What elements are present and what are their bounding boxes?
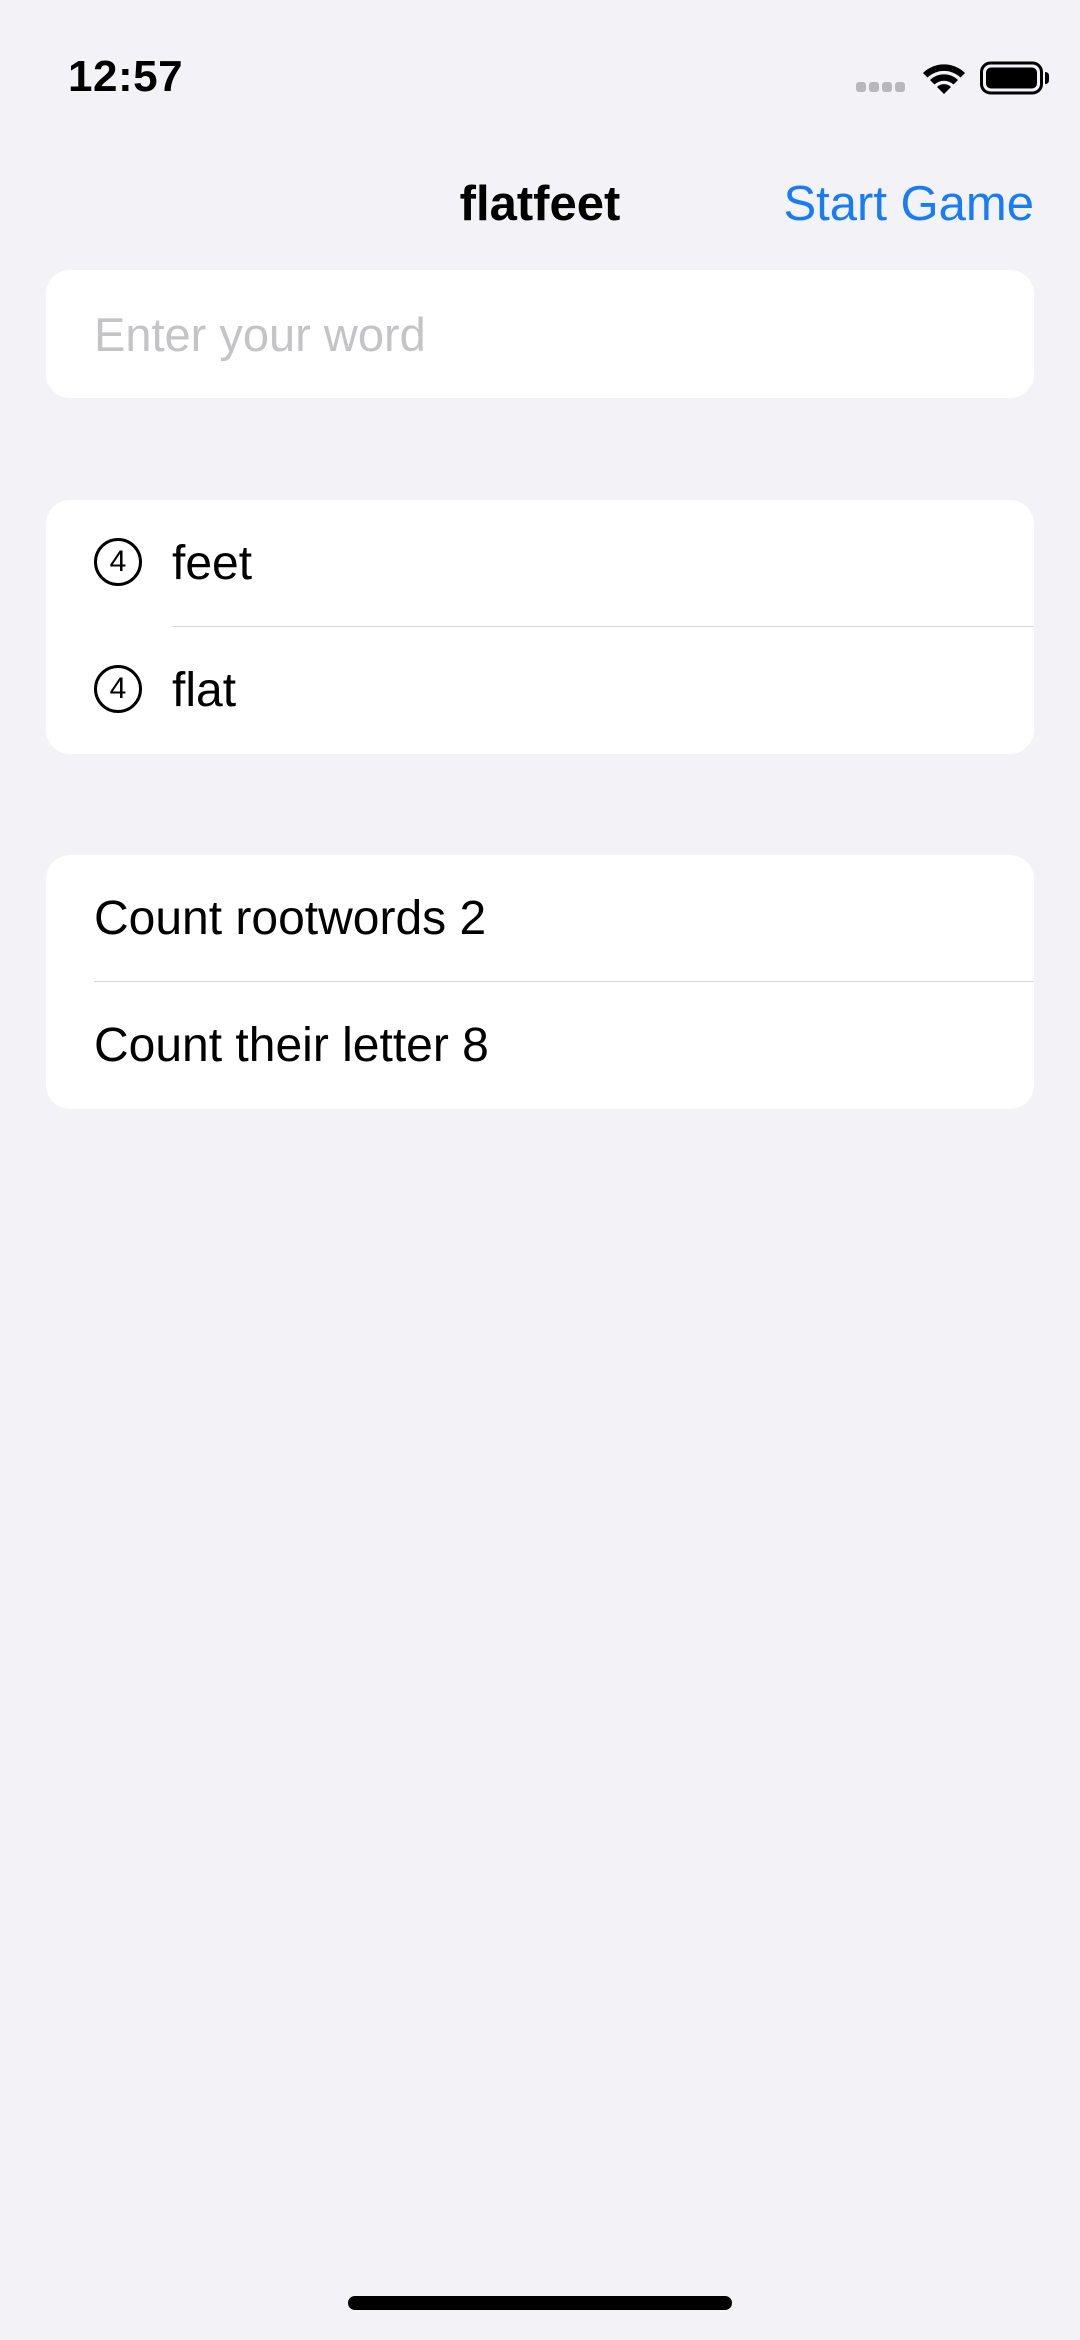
start-game-button[interactable]: Start Game <box>783 176 1034 232</box>
navigation-bar: flatfeet Start Game <box>0 170 1080 250</box>
wifi-icon <box>923 64 965 94</box>
list-item: 4 flat <box>46 627 1034 753</box>
number-circle-icon: 4 <box>94 665 142 713</box>
word-label: feet <box>172 537 253 590</box>
stats-list: Count rootwords 2 Count their letter 8 <box>46 855 1034 1109</box>
stat-row-letters: Count their letter 8 <box>46 982 1034 1108</box>
stat-row-rootwords: Count rootwords 2 <box>46 855 1034 982</box>
status-time: 12:57 <box>68 52 184 101</box>
letter-count-label: Count their letter 8 <box>94 1019 489 1072</box>
word-label: flat <box>172 664 237 717</box>
number-circle-icon: 4 <box>94 538 142 586</box>
battery-icon <box>980 61 1049 95</box>
status-bar: 12:57 <box>0 0 1080 140</box>
list-item: 4 feet <box>46 500 1034 627</box>
rootwords-count-label: Count rootwords 2 <box>94 892 487 945</box>
found-words-list: 4 feet 4 flat <box>46 500 1034 754</box>
word-input-card <box>46 270 1034 398</box>
word-input[interactable] <box>94 270 994 398</box>
cellular-signal-icon <box>856 82 908 94</box>
home-indicator[interactable] <box>348 2296 732 2310</box>
